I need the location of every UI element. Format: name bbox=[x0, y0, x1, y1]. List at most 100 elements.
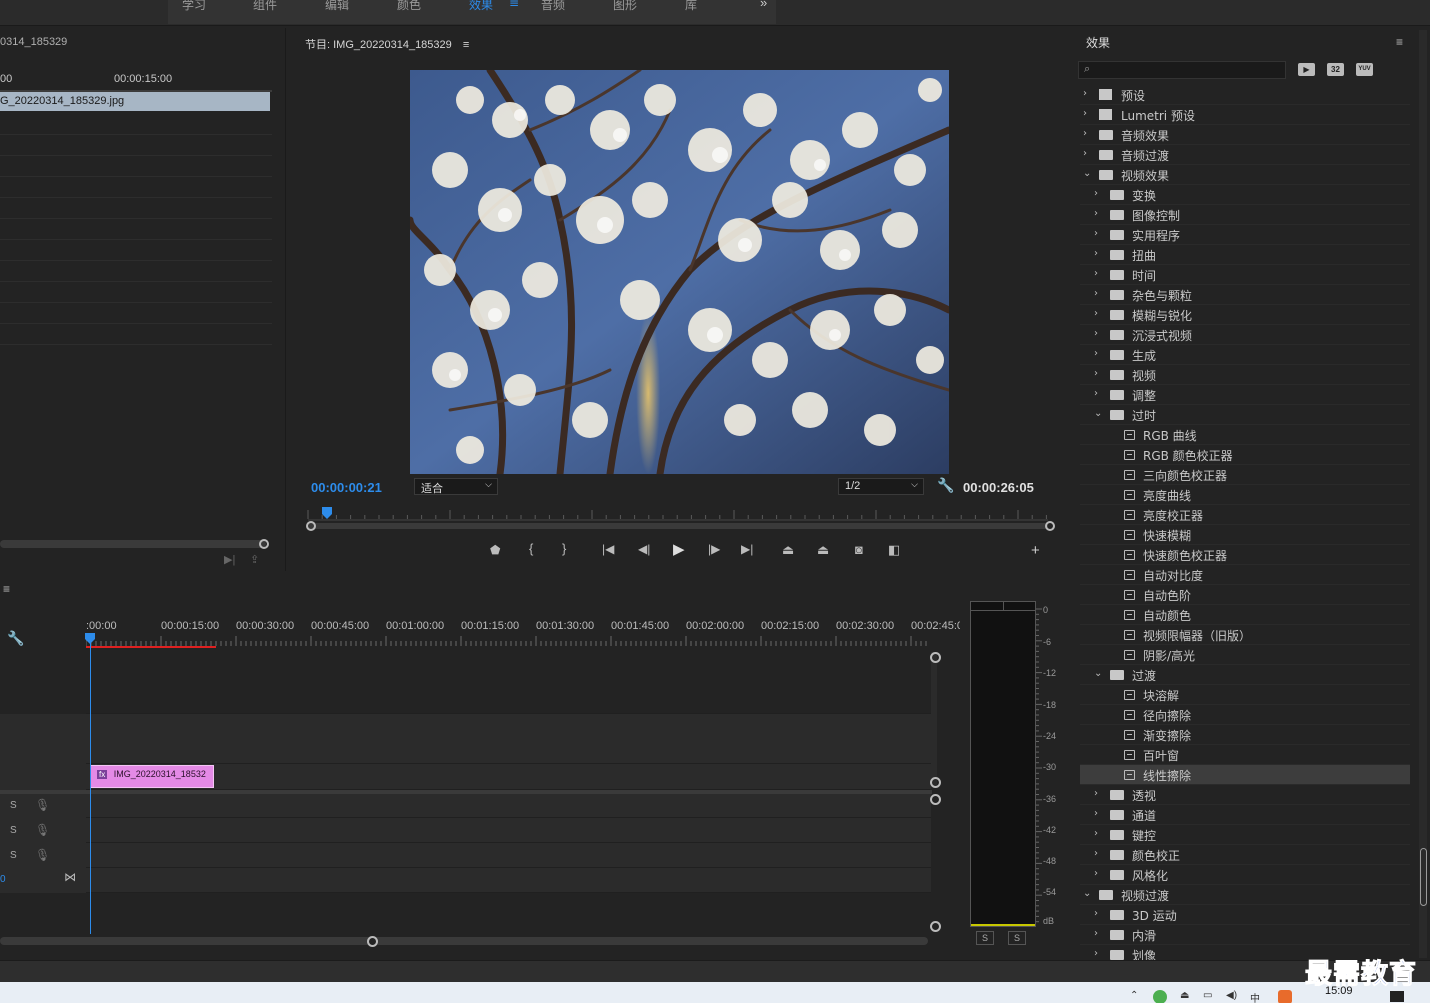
chevron-right-icon[interactable]: › bbox=[1094, 188, 1098, 199]
play-icon[interactable]: ▶ bbox=[673, 540, 685, 558]
zoom-fit-dropdown[interactable]: 适合 ⌵ bbox=[414, 478, 498, 495]
chevron-right-icon[interactable]: › bbox=[1094, 228, 1098, 239]
chevron-right-icon[interactable]: › bbox=[1094, 928, 1098, 939]
go-to-out-icon[interactable]: ▶| bbox=[741, 542, 753, 556]
camera-export-frame-icon[interactable]: ◙ bbox=[855, 542, 863, 557]
program-zoom-handle-right[interactable] bbox=[1045, 521, 1055, 531]
effect-folder-item[interactable]: › 内滑 bbox=[1080, 925, 1410, 945]
audio-scroll-handle-top[interactable] bbox=[930, 794, 941, 805]
tab-editing[interactable]: 编辑 bbox=[325, 0, 349, 13]
master-go-to-end-icon[interactable]: ⋈ bbox=[64, 870, 76, 884]
effect-item[interactable]: RGB 颜色校正器 bbox=[1080, 445, 1410, 465]
tab-color[interactable]: 颜色 bbox=[397, 0, 421, 13]
effects-scroll-thumb[interactable] bbox=[1420, 848, 1427, 906]
timeline-h-scrollbar[interactable] bbox=[0, 937, 928, 945]
effect-item[interactable]: 自动色阶 bbox=[1080, 585, 1410, 605]
insert-icon[interactable]: ▶| bbox=[224, 553, 235, 566]
program-zoom-handle-left[interactable] bbox=[306, 521, 316, 531]
chevron-right-icon[interactable]: › bbox=[1094, 348, 1098, 359]
effect-item[interactable]: 径向擦除 bbox=[1080, 705, 1410, 725]
yuv-effects-icon[interactable]: YUV bbox=[1356, 63, 1373, 76]
lift-icon[interactable]: ⏏ bbox=[782, 542, 794, 558]
chevron-right-icon[interactable]: › bbox=[1083, 148, 1087, 159]
timeline-clip[interactable]: fx IMG_20220314_18532 bbox=[90, 765, 214, 788]
tray-volume-icon[interactable]: ◀) bbox=[1226, 990, 1237, 1001]
effect-folder-item[interactable]: › 视频 bbox=[1080, 365, 1410, 385]
effect-item[interactable]: 渐变擦除 bbox=[1080, 725, 1410, 745]
effects-menu-icon[interactable]: ≡ bbox=[1396, 35, 1403, 49]
chevron-down-icon[interactable]: ⌄ bbox=[1083, 888, 1091, 899]
effect-item[interactable]: 自动对比度 bbox=[1080, 565, 1410, 585]
solo-a2-button[interactable]: S bbox=[10, 825, 17, 836]
comparison-view-icon[interactable]: ◧ bbox=[888, 542, 900, 558]
mark-out-icon[interactable]: } bbox=[562, 541, 566, 556]
go-to-in-icon[interactable]: |◀ bbox=[602, 542, 614, 556]
chevron-right-icon[interactable]: › bbox=[1094, 248, 1098, 259]
resolution-dropdown[interactable]: 1/2 ⌵ bbox=[838, 478, 924, 495]
effect-item[interactable]: RGB 曲线 bbox=[1080, 425, 1410, 445]
chevron-right-icon[interactable]: › bbox=[1094, 848, 1098, 859]
master-volume-value[interactable]: 0 bbox=[0, 874, 6, 885]
effect-folder-item[interactable]: › 音频效果 bbox=[1080, 125, 1410, 145]
audio-scroll-handle-bottom[interactable] bbox=[930, 921, 941, 932]
chevron-right-icon[interactable]: › bbox=[1094, 308, 1098, 319]
chevron-down-icon[interactable]: ⌄ bbox=[1094, 408, 1102, 419]
audio-master-track[interactable] bbox=[86, 868, 931, 893]
tray-usb-icon[interactable]: ⏏ bbox=[1180, 990, 1189, 1001]
effect-folder-item[interactable]: › 变换 bbox=[1080, 185, 1410, 205]
effect-folder-item[interactable]: › Lumetri 预设 bbox=[1080, 105, 1410, 125]
chevron-right-icon[interactable]: › bbox=[1094, 868, 1098, 879]
chevron-right-icon[interactable]: › bbox=[1094, 908, 1098, 919]
effect-item[interactable]: 快速模糊 bbox=[1080, 525, 1410, 545]
effect-folder-item[interactable]: › 生成 bbox=[1080, 345, 1410, 365]
effects-search-input[interactable]: ⌕ bbox=[1078, 61, 1286, 79]
effect-folder-item[interactable]: › 时间 bbox=[1080, 265, 1410, 285]
effect-folder-item[interactable]: › 图像控制 bbox=[1080, 205, 1410, 225]
effect-folder-item[interactable]: › 3D 运动 bbox=[1080, 905, 1410, 925]
effect-folder-item[interactable]: › 键控 bbox=[1080, 825, 1410, 845]
effect-folder-item[interactable]: › 颜色校正 bbox=[1080, 845, 1410, 865]
effect-item[interactable]: 三向颜色校正器 bbox=[1080, 465, 1410, 485]
source-scrollbar[interactable] bbox=[0, 540, 266, 548]
effect-item[interactable]: 亮度校正器 bbox=[1080, 505, 1410, 525]
button-editor-plus-icon[interactable]: + bbox=[1031, 542, 1040, 559]
effect-folder-item[interactable]: ⌄ 视频效果 bbox=[1080, 165, 1410, 185]
effect-folder-item[interactable]: › 音频过渡 bbox=[1080, 145, 1410, 165]
effect-folder-item[interactable]: › 扭曲 bbox=[1080, 245, 1410, 265]
timeline-settings-wrench-icon[interactable]: 🔧 bbox=[7, 630, 24, 647]
tab-effects-menu-icon[interactable]: ≡ bbox=[509, 0, 519, 10]
playhead-marker[interactable] bbox=[84, 633, 98, 645]
video-track-v3[interactable] bbox=[86, 652, 931, 714]
effect-folder-item[interactable]: › 透视 bbox=[1080, 785, 1410, 805]
chevron-right-icon[interactable]: › bbox=[1094, 948, 1098, 959]
program-time-ruler[interactable] bbox=[303, 506, 1055, 532]
effect-folder-item[interactable]: › 沉浸式视频 bbox=[1080, 325, 1410, 345]
step-back-icon[interactable]: ◀| bbox=[638, 542, 650, 556]
effect-folder-item[interactable]: › 预设 bbox=[1080, 85, 1410, 105]
chevron-right-icon[interactable]: › bbox=[1094, 788, 1098, 799]
effect-item[interactable]: 快速颜色校正器 bbox=[1080, 545, 1410, 565]
effect-item[interactable]: 百叶窗 bbox=[1080, 745, 1410, 765]
export-frame-icon[interactable]: ⇪ bbox=[250, 553, 259, 566]
chevron-right-icon[interactable]: › bbox=[1094, 808, 1098, 819]
chevron-right-icon[interactable]: › bbox=[1083, 128, 1087, 139]
audio-track-a3[interactable] bbox=[86, 843, 931, 868]
tray-antivirus-icon[interactable] bbox=[1278, 990, 1292, 1003]
tab-audio[interactable]: 音频 bbox=[541, 0, 565, 13]
tray-chevron-icon[interactable]: ⌃ bbox=[1130, 990, 1138, 1001]
solo-a1-button[interactable]: S bbox=[10, 800, 17, 811]
tray-ime-icon[interactable]: 中 bbox=[1250, 990, 1260, 1003]
effect-folder-item[interactable]: › 实用程序 bbox=[1080, 225, 1410, 245]
effect-folder-item[interactable]: ⌄ 过时 bbox=[1080, 405, 1410, 425]
effect-item[interactable]: 线性擦除 bbox=[1080, 765, 1410, 785]
timeline-ruler[interactable] bbox=[86, 634, 932, 648]
chevron-right-icon[interactable]: › bbox=[1094, 288, 1098, 299]
voiceover-a1-icon[interactable]: 🎙 bbox=[35, 798, 50, 812]
source-scroll-handle[interactable] bbox=[259, 539, 269, 549]
step-forward-icon[interactable]: |▶ bbox=[708, 542, 720, 556]
effect-folder-item[interactable]: ⌄ 视频过渡 bbox=[1080, 885, 1410, 905]
add-marker-icon[interactable]: ⬟ bbox=[490, 543, 500, 557]
effect-folder-item[interactable]: › 通道 bbox=[1080, 805, 1410, 825]
meter-solo-left-button[interactable]: S bbox=[976, 931, 994, 945]
program-menu-icon[interactable]: ≡ bbox=[463, 39, 469, 51]
